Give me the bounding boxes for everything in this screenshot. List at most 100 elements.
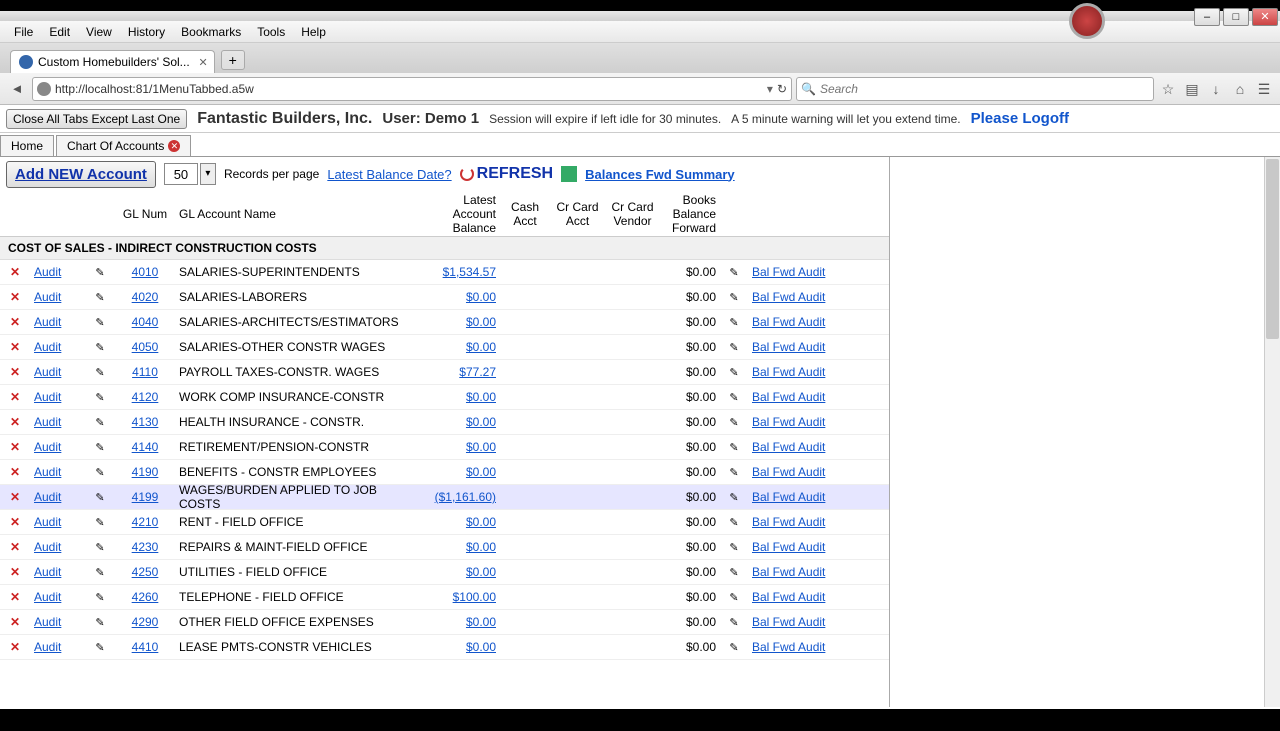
edit-bbf-button[interactable]: ✎ <box>720 391 748 404</box>
clipboard-icon[interactable]: ▤ <box>1182 79 1202 99</box>
hamburger-menu-icon[interactable]: ☰ <box>1254 79 1274 99</box>
search-input[interactable] <box>820 82 1149 96</box>
latest-balance-link[interactable]: $0.00 <box>466 340 496 354</box>
url-box[interactable]: http://localhost:81/1MenuTabbed.a5w ▾ ↻ <box>32 77 792 101</box>
url-dropdown-icon[interactable]: ▾ <box>763 82 777 96</box>
delete-row-button[interactable]: ✕ <box>0 640 30 654</box>
bal-fwd-audit-link[interactable]: Bal Fwd Audit <box>752 490 825 504</box>
delete-row-button[interactable]: ✕ <box>0 440 30 454</box>
gl-number-link[interactable]: 4020 <box>132 290 159 304</box>
latest-balance-link[interactable]: $0.00 <box>466 390 496 404</box>
menu-tools[interactable]: Tools <box>249 25 293 39</box>
menu-history[interactable]: History <box>120 25 173 39</box>
bal-fwd-audit-link[interactable]: Bal Fwd Audit <box>752 365 825 379</box>
delete-row-button[interactable]: ✕ <box>0 340 30 354</box>
latest-balance-link[interactable]: $0.00 <box>466 565 496 579</box>
edit-bbf-button[interactable]: ✎ <box>720 616 748 629</box>
edit-bbf-button[interactable]: ✎ <box>720 541 748 554</box>
edit-bbf-button[interactable]: ✎ <box>720 266 748 279</box>
delete-row-button[interactable]: ✕ <box>0 515 30 529</box>
menu-view[interactable]: View <box>78 25 120 39</box>
audit-link[interactable]: Audit <box>34 415 61 429</box>
latest-balance-link[interactable]: $0.00 <box>466 290 496 304</box>
latest-balance-link[interactable]: $0.00 <box>466 640 496 654</box>
edit-row-button[interactable]: ✎ <box>85 291 115 304</box>
audit-link[interactable]: Audit <box>34 265 61 279</box>
edit-row-button[interactable]: ✎ <box>85 541 115 554</box>
close-all-tabs-button[interactable]: Close All Tabs Except Last One <box>6 109 187 129</box>
delete-row-button[interactable]: ✕ <box>0 365 30 379</box>
window-minimize-button[interactable]: – <box>1194 8 1220 26</box>
audit-link[interactable]: Audit <box>34 590 61 604</box>
reload-button[interactable]: ↻ <box>777 82 787 96</box>
window-maximize-button[interactable]: □ <box>1223 8 1249 26</box>
gl-number-link[interactable]: 4010 <box>132 265 159 279</box>
delete-row-button[interactable]: ✕ <box>0 615 30 629</box>
latest-balance-link[interactable]: $0.00 <box>466 540 496 554</box>
audit-link[interactable]: Audit <box>34 565 61 579</box>
bal-fwd-audit-link[interactable]: Bal Fwd Audit <box>752 440 825 454</box>
edit-row-button[interactable]: ✎ <box>85 516 115 529</box>
delete-row-button[interactable]: ✕ <box>0 390 30 404</box>
delete-row-button[interactable]: ✕ <box>0 565 30 579</box>
audit-link[interactable]: Audit <box>34 465 61 479</box>
latest-balance-link[interactable]: $77.27 <box>459 365 496 379</box>
balances-fwd-summary-link[interactable]: Balances Fwd Summary <box>585 167 735 182</box>
search-box[interactable]: 🔍 <box>796 77 1154 101</box>
gl-number-link[interactable]: 4130 <box>132 415 159 429</box>
tab-home[interactable]: Home <box>0 135 54 156</box>
gl-number-link[interactable]: 4230 <box>132 540 159 554</box>
edit-bbf-button[interactable]: ✎ <box>720 516 748 529</box>
latest-balance-link[interactable]: $1,534.57 <box>443 265 496 279</box>
bal-fwd-audit-link[interactable]: Bal Fwd Audit <box>752 340 825 354</box>
audit-link[interactable]: Audit <box>34 340 61 354</box>
edit-row-button[interactable]: ✎ <box>85 441 115 454</box>
window-close-button[interactable]: ✕ <box>1252 8 1278 26</box>
delete-row-button[interactable]: ✕ <box>0 415 30 429</box>
new-tab-button[interactable]: + <box>221 50 245 70</box>
delete-row-button[interactable]: ✕ <box>0 490 30 504</box>
edit-bbf-button[interactable]: ✎ <box>720 566 748 579</box>
edit-bbf-button[interactable]: ✎ <box>720 341 748 354</box>
audit-link[interactable]: Audit <box>34 540 61 554</box>
bookmark-star-icon[interactable]: ☆ <box>1158 79 1178 99</box>
home-icon[interactable]: ⌂ <box>1230 79 1250 99</box>
back-button[interactable]: ◄ <box>6 78 28 100</box>
menu-edit[interactable]: Edit <box>41 25 78 39</box>
edit-row-button[interactable]: ✎ <box>85 591 115 604</box>
bal-fwd-audit-link[interactable]: Bal Fwd Audit <box>752 590 825 604</box>
gl-number-link[interactable]: 4199 <box>132 490 159 504</box>
gl-number-link[interactable]: 4260 <box>132 590 159 604</box>
bal-fwd-audit-link[interactable]: Bal Fwd Audit <box>752 315 825 329</box>
gl-number-link[interactable]: 4110 <box>132 365 158 379</box>
gl-number-link[interactable]: 4120 <box>132 390 159 404</box>
add-new-account-button[interactable]: Add NEW Account <box>6 161 156 188</box>
audit-link[interactable]: Audit <box>34 440 61 454</box>
edit-row-button[interactable]: ✎ <box>85 616 115 629</box>
edit-row-button[interactable]: ✎ <box>85 341 115 354</box>
downloads-icon[interactable]: ↓ <box>1206 79 1226 99</box>
bal-fwd-audit-link[interactable]: Bal Fwd Audit <box>752 540 825 554</box>
latest-balance-link[interactable]: $0.00 <box>466 615 496 629</box>
latest-balance-link[interactable]: ($1,161.60) <box>435 490 496 504</box>
menu-bookmarks[interactable]: Bookmarks <box>173 25 249 39</box>
edit-row-button[interactable]: ✎ <box>85 466 115 479</box>
scrollbar-thumb[interactable] <box>1266 159 1279 339</box>
bal-fwd-audit-link[interactable]: Bal Fwd Audit <box>752 265 825 279</box>
tab-close-icon[interactable]: ✕ <box>168 140 180 152</box>
delete-row-button[interactable]: ✕ <box>0 465 30 479</box>
edit-row-button[interactable]: ✎ <box>85 566 115 579</box>
edit-bbf-button[interactable]: ✎ <box>720 441 748 454</box>
edit-bbf-button[interactable]: ✎ <box>720 641 748 654</box>
audit-link[interactable]: Audit <box>34 490 61 504</box>
edit-row-button[interactable]: ✎ <box>85 416 115 429</box>
gl-number-link[interactable]: 4050 <box>132 340 159 354</box>
latest-balance-link[interactable]: $100.00 <box>453 590 496 604</box>
edit-row-button[interactable]: ✎ <box>85 641 115 654</box>
tab-chart-of-accounts[interactable]: Chart Of Accounts ✕ <box>56 135 191 156</box>
delete-row-button[interactable]: ✕ <box>0 265 30 279</box>
edit-bbf-button[interactable]: ✎ <box>720 291 748 304</box>
logoff-link[interactable]: Please Logoff <box>971 110 1069 127</box>
edit-row-button[interactable]: ✎ <box>85 266 115 279</box>
bal-fwd-audit-link[interactable]: Bal Fwd Audit <box>752 640 825 654</box>
